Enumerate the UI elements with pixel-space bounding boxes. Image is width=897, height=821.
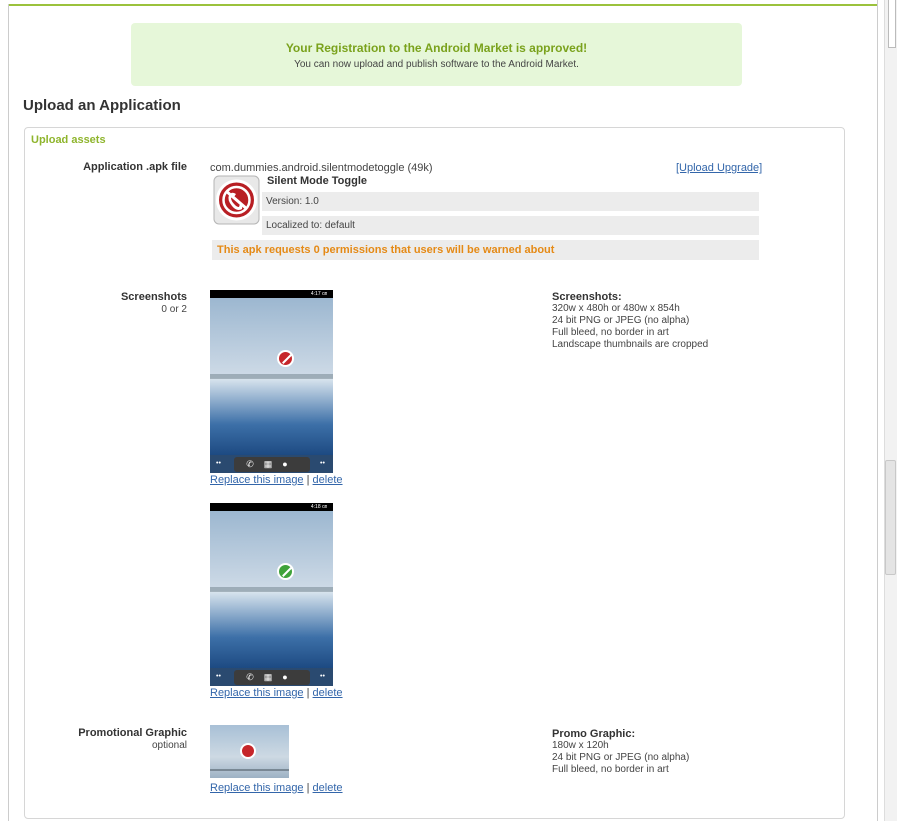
replace-image-link[interactable]: Replace this image — [210, 687, 304, 699]
promo-actions: Replace this image | delete — [210, 782, 343, 794]
phone-dock: •• ✆▦● •• — [210, 455, 333, 473]
spec-line: Landscape thumbnails are cropped — [552, 339, 709, 350]
dock-dots-icon: •• — [216, 460, 221, 467]
phone-wallpaper-sky — [210, 298, 333, 378]
screenshots-spec: Screenshots: 320w x 480h or 480w x 854h … — [552, 291, 708, 351]
spec-line: 24 bit PNG or JPEG (no alpha) — [552, 315, 690, 326]
panel-title: Upload assets — [31, 134, 106, 146]
dock-dots-icon: •• — [216, 673, 221, 680]
permissions-notice: This apk requests 0 permissions that use… — [212, 240, 759, 260]
vertical-scrollbar[interactable] — [884, 0, 897, 821]
left-rule — [8, 4, 9, 821]
phone-wallpaper-sea — [210, 591, 333, 668]
silent-mode-icon — [240, 743, 256, 759]
dock-buttons: ✆▦● — [234, 670, 310, 685]
link-separator: | — [306, 782, 310, 794]
delete-link[interactable]: delete — [313, 687, 343, 699]
screenshots-spec-title: Screenshots: — [552, 291, 622, 303]
app-version: Version: 1.0 — [262, 192, 759, 211]
approval-banner: Your Registration to the Android Market … — [131, 23, 742, 86]
screenshots-label: Screenshots — [120, 291, 187, 303]
scrollbar-thumb[interactable] — [885, 460, 896, 575]
delete-link[interactable]: delete — [313, 474, 343, 486]
banner-subtitle: You can now upload and publish software … — [294, 59, 579, 70]
replace-image-link[interactable]: Replace this image — [210, 782, 304, 794]
phone-wallpaper-sky — [210, 511, 333, 591]
top-rule — [8, 4, 878, 6]
promo-label: Promotional Graphic — [78, 727, 187, 739]
dock-dots-icon: •• — [320, 460, 325, 467]
promo-shore — [210, 769, 289, 771]
phone-wallpaper-shore — [210, 374, 333, 379]
phone-dock: •• ✆▦● •• — [210, 668, 333, 686]
silent-mode-icon — [213, 175, 260, 225]
silent-mode-icon — [277, 350, 294, 367]
scrollbar-track-top[interactable] — [888, 0, 896, 48]
upload-upgrade-link[interactable]: [Upload Upgrade] — [676, 162, 762, 174]
dock-dots-icon: •• — [320, 673, 325, 680]
link-separator: | — [306, 687, 310, 699]
banner-title: Your Registration to the Android Market … — [285, 41, 588, 55]
spec-line: Full bleed, no border in art — [552, 327, 669, 338]
promo-spec-title: Promo Graphic: — [552, 728, 636, 740]
dock-buttons: ✆▦● — [234, 457, 310, 472]
screenshot-actions: Replace this image | delete — [210, 474, 343, 486]
screenshots-sublabel: 0 or 2 — [161, 304, 187, 315]
app-localization: Localized to: default — [262, 216, 759, 235]
delete-link[interactable]: delete — [313, 782, 343, 794]
page-title: Upload an Application — [23, 97, 181, 114]
phone-status-bar: 4:17 ㎝ — [210, 290, 333, 298]
phone-status-bar: 4:18 ㎝ — [210, 503, 333, 511]
replace-image-link[interactable]: Replace this image — [210, 474, 304, 486]
spec-line: Full bleed, no border in art — [552, 764, 669, 775]
spec-line: 320w x 480h or 480w x 854h — [552, 303, 680, 314]
silent-mode-icon — [277, 563, 294, 580]
promo-spec: Promo Graphic: 180w x 120h 24 bit PNG or… — [552, 728, 689, 776]
phone-wallpaper-shore — [210, 587, 333, 592]
spec-line: 180w x 120h — [552, 740, 609, 751]
screenshot-thumbnail: 4:18 ㎝ •• ✆▦● •• — [210, 503, 333, 686]
promo-graphic-thumbnail — [210, 725, 289, 778]
screenshot-actions: Replace this image | delete — [210, 687, 343, 699]
screenshot-thumbnail: 4:17 ㎝ •• ✆▦● •• — [210, 290, 333, 473]
promo-sublabel: optional — [151, 740, 187, 751]
app-name: Silent Mode Toggle — [267, 175, 368, 187]
phone-wallpaper-sea — [210, 378, 333, 455]
apk-file-name: com.dummies.android.silentmodetoggle (49… — [210, 162, 433, 174]
apk-label: Application .apk file — [83, 161, 187, 173]
spec-line: 24 bit PNG or JPEG (no alpha) — [552, 752, 690, 763]
link-separator: | — [306, 474, 310, 486]
right-rule — [877, 0, 878, 821]
